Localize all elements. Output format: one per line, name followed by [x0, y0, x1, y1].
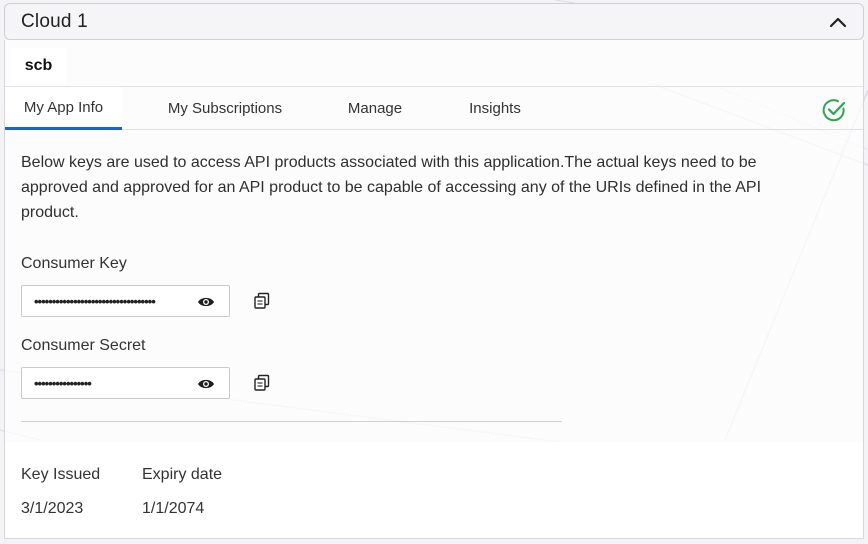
eye-icon[interactable] — [197, 378, 215, 390]
expiry-date-value: 1/1/2074 — [142, 500, 205, 517]
tab-manage[interactable]: Manage — [339, 87, 411, 130]
keys-description: Below keys are used to access API produc… — [21, 154, 762, 221]
consumer-key-field[interactable]: •••••••••••••••••••••••••••••••••• — [21, 285, 230, 317]
key-issued-value: 3/1/2023 — [21, 500, 84, 517]
tab-my-app-info[interactable]: My App Info — [5, 87, 122, 130]
tab-my-subscriptions[interactable]: My Subscriptions — [157, 87, 293, 130]
app-name-chip[interactable]: scb — [11, 48, 66, 84]
app-panel: scb My App Info My Subscriptions Manage … — [4, 40, 864, 539]
copy-icon[interactable] — [253, 374, 271, 392]
chevron-up-icon[interactable] — [829, 16, 847, 28]
consumer-key-value: •••••••••••••••••••••••••••••••••• — [34, 293, 156, 309]
tab-bar: My App Info My Subscriptions Manage Insi… — [5, 86, 863, 130]
check-circle-icon — [822, 99, 846, 122]
key-issued-label: Key Issued — [21, 466, 101, 483]
expiry-date-label: Expiry date — [142, 466, 223, 483]
tab-insights[interactable]: Insights — [460, 87, 530, 130]
consumer-secret-value: •••••••••••••••• — [34, 375, 92, 391]
accordion-header[interactable]: Cloud 1 — [4, 3, 864, 40]
eye-icon[interactable] — [197, 296, 215, 308]
consumer-secret-label: Consumer Secret — [21, 337, 146, 354]
accordion-title: Cloud 1 — [21, 10, 88, 32]
consumer-secret-field[interactable]: •••••••••••••••• — [21, 367, 230, 399]
consumer-key-label: Consumer Key — [21, 255, 127, 272]
copy-icon[interactable] — [253, 292, 271, 310]
key-info-section: Key Issued Expiry date 3/1/2023 1/1/2074 — [5, 442, 863, 538]
section-divider — [21, 421, 562, 422]
